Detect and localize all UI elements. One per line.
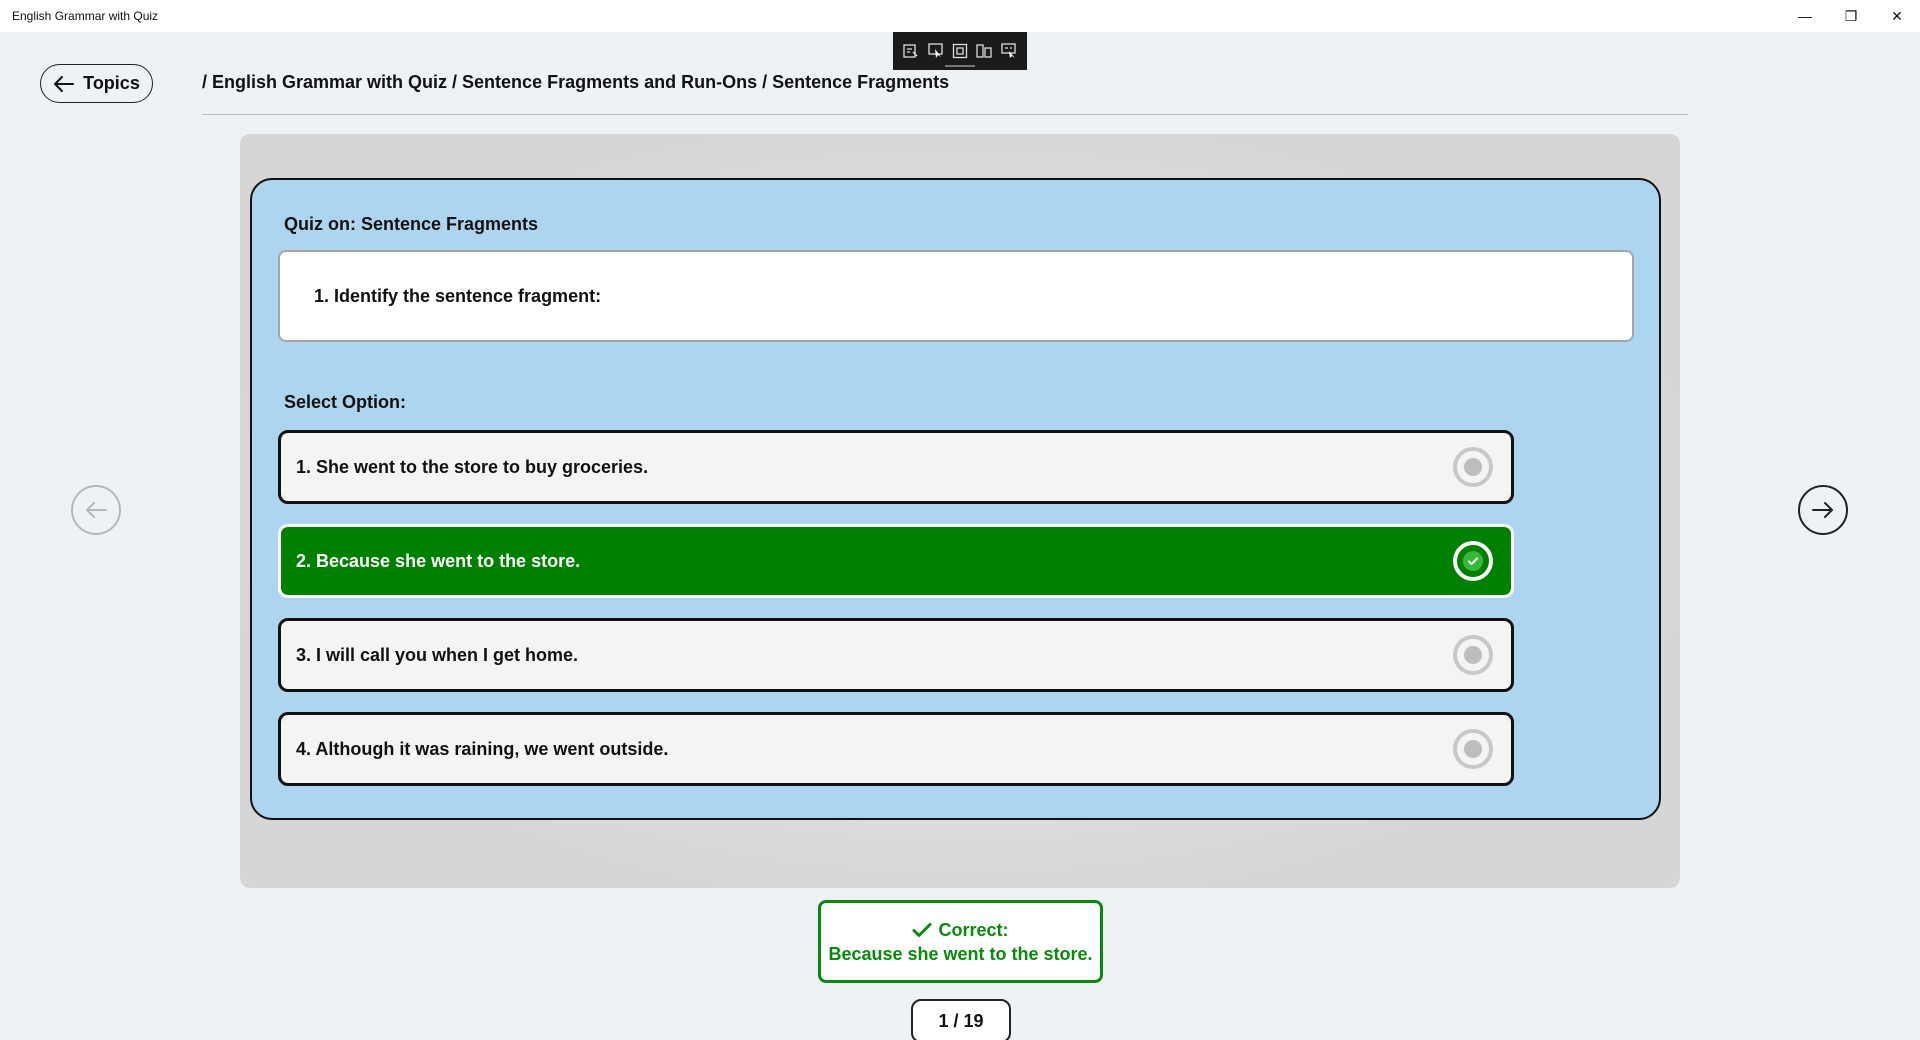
option-4[interactable]: 4. Although it was raining, we went outs… xyxy=(278,712,1514,786)
checkmark-icon xyxy=(1468,557,1478,566)
option-3[interactable]: 3. I will call you when I get home. xyxy=(278,618,1514,692)
feedback-status: Correct: xyxy=(938,919,1009,940)
live-visual-tree-icon[interactable] xyxy=(902,42,920,60)
topics-back-button[interactable]: Topics xyxy=(40,64,153,103)
radio-dot xyxy=(1464,740,1482,758)
arrow-left-icon xyxy=(54,75,75,92)
option-2[interactable]: 2. Because she went to the store. xyxy=(278,524,1514,598)
quiz-title: Quiz on: Sentence Fragments xyxy=(284,214,539,234)
radio-button[interactable] xyxy=(1453,729,1493,769)
select-element-icon[interactable] xyxy=(927,42,945,60)
previous-question-button[interactable] xyxy=(71,485,121,535)
radio-button[interactable] xyxy=(1453,447,1493,487)
close-button[interactable]: ✕ xyxy=(1874,0,1920,32)
option-label: 2. Because she went to the store. xyxy=(296,550,581,571)
arrow-left-icon xyxy=(86,502,107,518)
option-1[interactable]: 1. She went to the store to buy grocerie… xyxy=(278,430,1514,504)
display-layout-adorners-icon[interactable] xyxy=(951,42,969,60)
option-label: 4. Although it was raining, we went outs… xyxy=(296,738,669,759)
window-title: English Grammar with Quiz xyxy=(12,9,159,23)
breadcrumb: / English Grammar with Quiz / Sentence F… xyxy=(202,72,950,92)
answer-feedback: Correct: Because she went to the store. xyxy=(818,900,1103,983)
debug-toolbar xyxy=(893,32,1027,70)
feedback-answer: Because she went to the store. xyxy=(828,943,1093,964)
toolbar-drag-handle[interactable] xyxy=(945,65,975,67)
radio-dot xyxy=(1464,646,1482,664)
select-option-label: Select Option: xyxy=(284,392,407,412)
minimize-icon: — xyxy=(1798,8,1812,24)
radio-button[interactable] xyxy=(1453,635,1493,675)
title-bar: English Grammar with Quiz — ❐ ✕ xyxy=(0,0,1920,32)
close-icon: ✕ xyxy=(1891,7,1903,24)
minimize-button[interactable]: — xyxy=(1782,0,1828,32)
hot-reload-icon[interactable] xyxy=(1000,42,1018,60)
option-label: 3. I will call you when I get home. xyxy=(296,644,579,665)
radio-dot xyxy=(1464,458,1482,476)
restore-icon: ❐ xyxy=(1844,7,1858,24)
radio-dot xyxy=(1463,551,1483,571)
option-label: 1. She went to the store to buy grocerie… xyxy=(296,456,649,477)
track-focused-element-icon[interactable] xyxy=(975,42,993,60)
arrow-right-icon xyxy=(1812,502,1833,518)
maximize-button[interactable]: ❐ xyxy=(1828,0,1874,32)
question-box: 1. Identify the sentence fragment: xyxy=(278,250,1634,342)
quiz-card: Quiz on: Sentence Fragments 1. Identify … xyxy=(250,178,1661,820)
header-divider xyxy=(202,114,1688,115)
next-question-button[interactable] xyxy=(1798,485,1848,535)
topics-label: Topics xyxy=(83,73,140,93)
checkmark-icon xyxy=(912,922,932,937)
page-counter: 1 / 19 xyxy=(911,999,1011,1040)
question-text: 1. Identify the sentence fragment: xyxy=(314,285,602,306)
radio-button[interactable] xyxy=(1453,541,1493,581)
